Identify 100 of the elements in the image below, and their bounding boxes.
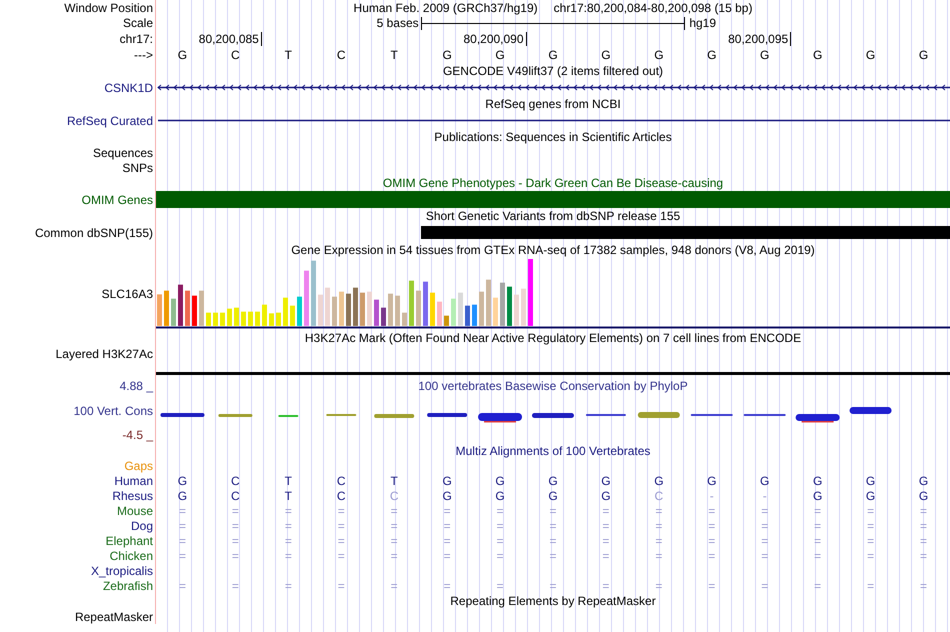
aligned-base: = [761,534,768,548]
aligned-base: = [867,578,874,592]
ruler-tick-label: 80,200,085 [198,32,262,46]
aligned-base: = [708,518,716,532]
aligned-base: = [814,578,822,592]
position-text: chr17:80,200,084-80,200,098 (15 bp) [554,0,752,14]
aligned-base: = [867,504,874,518]
track-title: Repeating Elements by RepeatMasker [450,594,656,608]
aligned-base: = [920,504,928,518]
aligned-base: G [442,474,452,488]
base-letter: G [442,48,452,62]
aligned-base: C [336,474,346,488]
aligned-base: = [655,518,662,532]
aligned-base: = [761,518,768,532]
aligned-base: G [601,474,611,488]
track-label: Gaps [124,459,153,473]
base-letter: G [812,48,822,62]
aligned-base: = [232,534,239,548]
aligned-base: = [178,578,186,592]
aligned-base: G [760,474,770,488]
aligned-base: = [338,504,345,518]
aligned-base: = [284,548,292,562]
species-label: Chicken [110,548,153,562]
aligned-base: = [338,534,345,548]
aligned-base: = [444,534,451,548]
aligned-base: T [284,488,292,502]
aligned-base: C [231,474,240,488]
aligned-base: = [867,518,874,532]
aligned-base: = [655,504,662,518]
aligned-base: G [866,488,876,502]
row-label: chr17: [120,32,153,46]
aligned-base: = [655,534,662,548]
track-label: RefSeq Curated [66,114,153,128]
base-letter: G [495,48,505,62]
aligned-base: = [338,548,345,562]
strand-arrow: ---> [134,48,153,62]
aligned-base: = [708,578,716,592]
ruler-tick-label: 80,200,095 [728,32,792,46]
track-title: Gene Expression in 54 tissues from GTEx RNA-seq of 17382 samples, 948 donors (V8, Aug 2019) [291,243,815,257]
assembly-title: Human Feb. 2009 (GRCh37/hg19) [354,0,538,14]
aligned-base: = [708,534,716,548]
aligned-base: = [390,518,398,532]
aligned-base: G [601,488,611,502]
aligned-base: = [338,518,345,532]
aligned-base: = [867,534,874,548]
track-title: RefSeq genes from NCBI [485,97,621,111]
aligned-base: = [920,518,928,532]
track-label: 100 Vert. Cons [74,404,153,418]
base-letter: G [601,48,611,62]
aligned-base: C [654,488,664,502]
aligned-base: = [390,504,398,518]
base-letter: G [654,48,664,62]
base-letter: G [760,48,770,62]
aligned-base: = [920,578,928,592]
aligned-base: G [654,474,664,488]
scale-text: 5 bases [376,16,420,30]
aligned-base: G [495,474,505,488]
assembly-label: hg19 [688,16,716,30]
track-label: OMIM Genes [82,192,153,206]
aligned-base: = [284,504,292,518]
aligned-base: = [284,578,292,592]
aligned-base: = [549,504,556,518]
aligned-base: = [814,548,822,562]
species-label: Elephant [106,534,153,548]
track-title: Publications: Sequences in Scientific Articles [434,130,672,144]
track-label: SLC16A3 [102,287,153,301]
aligned-base: G [495,488,505,502]
aligned-base: = [602,548,610,562]
aligned-base: C [336,488,346,502]
species-label: Mouse [116,504,153,518]
aligned-base: G [918,488,928,502]
base-letter: G [866,48,876,62]
track-label: Layered H3K27Ac [56,347,153,361]
aligned-base: G [707,474,716,488]
aligned-base: = [444,578,451,592]
aligned-base: = [814,534,822,548]
aligned-base: = [708,548,716,562]
track-title: OMIM Gene Phenotypes - Dark Green Can Be Disease-causing [382,176,724,190]
aligned-base: = [549,548,556,562]
aligned-base: = [284,518,292,532]
aligned-base: = [920,534,928,548]
aligned-base: G [548,488,558,502]
aligned-base: = [496,534,504,548]
aligned-base: = [496,578,504,592]
aligned-base: = [761,504,768,518]
ruler-tick-label: 80,200,090 [463,32,527,46]
aligned-base: G [178,488,188,502]
base-letter: C [231,48,240,62]
aligned-base: G [548,474,558,488]
aligned-base: G [178,474,188,488]
base-letter: G [548,48,558,62]
aligned-base: = [178,504,186,518]
aligned-base: = [178,518,186,532]
species-label: Rhesus [112,488,153,502]
aligned-base: C [390,488,399,502]
aligned-base: = [496,504,504,518]
track-title: H3K27Ac Mark (Often Found Near Active Regulatory Elements) on 7 cell lines from ENCODE [304,331,802,345]
aligned-base: G [866,474,876,488]
base-letter: T [284,48,292,62]
track-label: Common dbSNP(155) [34,226,153,240]
